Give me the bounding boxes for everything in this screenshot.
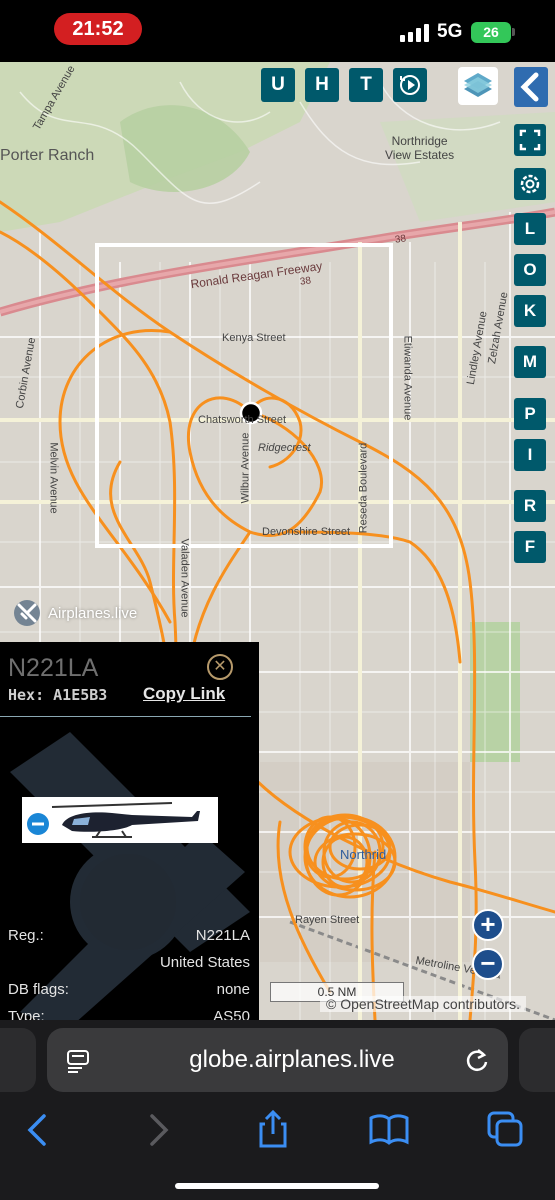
hex-value: A1E5B3 [53, 686, 108, 704]
row-value: none [216, 981, 250, 998]
aircraft-info-panel: N221LA ✕ Hex: A1E5B3 Copy Link Reg.: N22… [0, 642, 259, 1020]
signal-icon [400, 24, 430, 42]
battery-level: 26 [483, 24, 499, 40]
layers-button[interactable] [458, 67, 498, 105]
row-key: Reg.: [8, 927, 44, 944]
battery-tip [512, 28, 515, 36]
zoom-in-button[interactable]: + [472, 909, 504, 941]
back-icon[interactable] [16, 1108, 60, 1152]
bookmarks-icon[interactable] [367, 1108, 411, 1152]
callsign: N221LA [8, 654, 99, 682]
site-attribution[interactable]: Airplanes.live [12, 598, 137, 628]
reload-icon[interactable] [463, 1046, 491, 1074]
row-value: United States [159, 954, 250, 971]
close-panel-button[interactable]: ✕ [207, 654, 233, 680]
label-melvin: Melvin Avenue [47, 442, 60, 514]
label-porter-ranch: Porter Ranch [0, 147, 95, 164]
label-hwy-38b: 38 [394, 233, 407, 246]
browser-toolbar: globe.airplanes.live [0, 1020, 555, 1200]
label-kenya-st: Kenya Street [222, 332, 286, 344]
chevron-left-icon [520, 72, 539, 102]
toggle-f-button[interactable]: F [514, 531, 546, 563]
attribution-label: Airplanes.live [48, 604, 138, 622]
replay-icon [400, 75, 420, 95]
osm-credit[interactable]: © OpenStreetMap contributors. [320, 996, 526, 1012]
network-type: 5G [437, 21, 463, 42]
hex-code: Hex: A1E5B3 [8, 686, 107, 704]
toggle-k-button[interactable]: K [514, 295, 546, 327]
label-chatsworth-st: Chatsworth Street [198, 414, 287, 426]
close-icon: ✕ [213, 658, 227, 675]
label-northridge-view: Northridge View Estates [385, 134, 455, 162]
fullscreen-button[interactable] [514, 124, 546, 156]
row-key: DB flags: [8, 981, 69, 998]
previous-tab-peek[interactable] [0, 1028, 36, 1092]
toggle-t-button[interactable]: T [349, 68, 383, 102]
toggle-u-button[interactable]: U [261, 68, 295, 102]
toggle-i-button[interactable]: I [514, 439, 546, 471]
label-etiwanda: Etiwanda Avenue [401, 335, 414, 421]
hex-label: Hex: [8, 686, 45, 704]
battery-icon: 26 [471, 22, 511, 43]
gear-icon [520, 174, 540, 194]
toggle-l-button[interactable]: L [514, 213, 546, 245]
layers-icon [464, 73, 492, 97]
toggle-m-button[interactable]: M [514, 346, 546, 378]
reader-icon[interactable] [65, 1046, 93, 1074]
label-valaden: Valaden Avenue [178, 538, 191, 618]
browser-nav [0, 1108, 555, 1158]
url-text[interactable]: globe.airplanes.live [157, 1028, 427, 1092]
label-rayen-st: Rayen Street [295, 914, 360, 926]
status-bar: 21:52 5G 26 [0, 0, 555, 62]
aircraft-photo[interactable] [22, 797, 218, 843]
toggle-h-button[interactable]: H [305, 68, 339, 102]
address-bar[interactable]: globe.airplanes.live [47, 1028, 508, 1092]
forward-icon[interactable] [136, 1108, 180, 1152]
collapse-button[interactable] [514, 67, 548, 107]
airplane-logo-icon [14, 600, 40, 626]
next-tab-peek[interactable] [519, 1028, 555, 1092]
panel-divider [0, 716, 251, 717]
copy-link[interactable]: Copy Link [143, 684, 225, 704]
replay-button[interactable] [393, 68, 427, 102]
clock: 21:52 [54, 13, 142, 45]
label-wilbur: Wilbur Avenue [239, 432, 252, 504]
label-northridge: Northrid [340, 847, 387, 862]
tabs-icon[interactable] [484, 1108, 528, 1152]
share-icon[interactable] [251, 1108, 295, 1152]
toggle-r-button[interactable]: R [514, 490, 546, 522]
toggle-p-button[interactable]: P [514, 398, 546, 430]
fullscreen-icon [519, 129, 541, 151]
label-reseda: Reseda Boulevard [357, 442, 370, 534]
row-value: N221LA [195, 927, 250, 944]
label-devonshire-st: Devonshire Street [262, 526, 351, 538]
row-key: Type: [8, 1008, 45, 1020]
label-ridgecrest: Ridgecrest [258, 442, 311, 454]
home-indicator [175, 1183, 379, 1189]
zoom-out-button[interactable]: − [472, 948, 504, 980]
label-hwy-38a: 38 [299, 275, 312, 288]
settings-button[interactable] [514, 168, 546, 200]
helicopter-watermark-icon [10, 732, 250, 1020]
row-value: AS50 [213, 1008, 250, 1020]
helicopter-image [27, 802, 200, 838]
toggle-o-button[interactable]: O [514, 254, 546, 286]
